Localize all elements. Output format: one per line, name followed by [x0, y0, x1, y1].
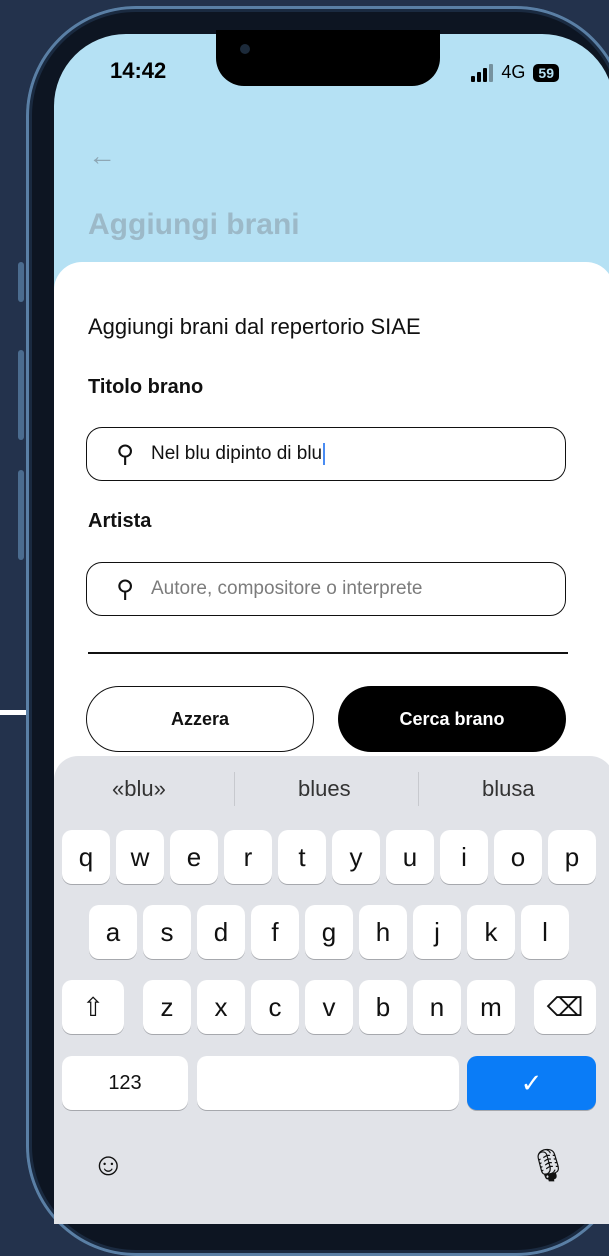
key-i[interactable]: i: [440, 830, 488, 884]
network-label: 4G: [501, 62, 526, 82]
artist-input[interactable]: Autore, compositore o interprete: [151, 578, 422, 600]
key-v[interactable]: v: [305, 980, 353, 1034]
volume-down-button: [18, 470, 24, 560]
key-q[interactable]: q: [62, 830, 110, 884]
key-p[interactable]: p: [548, 830, 596, 884]
key-g[interactable]: g: [305, 905, 353, 959]
key-d[interactable]: d: [197, 905, 245, 959]
space-key[interactable]: [197, 1056, 459, 1110]
suggestion-3[interactable]: blusa: [482, 776, 535, 802]
sheet-heading: Aggiungi brani dal repertorio SIAE: [88, 314, 421, 339]
reset-button[interactable]: Azzera: [86, 686, 314, 752]
key-n[interactable]: n: [413, 980, 461, 1034]
suggestion-2[interactable]: blues: [298, 776, 351, 802]
key-t[interactable]: t: [278, 830, 326, 884]
title-search-field[interactable]: ⚲ Nel blu dipinto di blu: [86, 427, 566, 481]
divider: [88, 652, 568, 654]
backspace-key[interactable]: ⌫: [534, 980, 596, 1034]
key-l[interactable]: l: [521, 905, 569, 959]
suggestion-1[interactable]: «blu»: [112, 776, 166, 802]
artist-label: Artista: [88, 510, 152, 532]
battery-icon: 59: [533, 63, 559, 82]
microphone-icon[interactable]: 🎙: [528, 1146, 569, 1184]
numbers-key[interactable]: 123: [62, 1056, 188, 1110]
key-z[interactable]: z: [143, 980, 191, 1034]
shift-key[interactable]: ⇧: [62, 980, 124, 1034]
search-icon: ⚲: [116, 440, 134, 468]
enter-key[interactable]: ✓: [467, 1056, 596, 1110]
emoji-icon[interactable]: ☺: [92, 1146, 125, 1183]
key-j[interactable]: j: [413, 905, 461, 959]
key-h[interactable]: h: [359, 905, 407, 959]
key-m[interactable]: m: [467, 980, 515, 1034]
search-song-button[interactable]: Cerca brano: [338, 686, 566, 752]
key-x[interactable]: x: [197, 980, 245, 1034]
key-k[interactable]: k: [467, 905, 515, 959]
dynamic-island: [216, 30, 440, 86]
key-u[interactable]: u: [386, 830, 434, 884]
artist-search-field[interactable]: ⚲ Autore, compositore o interprete: [86, 562, 566, 616]
key-e[interactable]: e: [170, 830, 218, 884]
title-input[interactable]: Nel blu dipinto di blu: [151, 442, 326, 465]
suggestion-separator: [234, 772, 235, 806]
side-button: [18, 262, 24, 302]
key-a[interactable]: a: [89, 905, 137, 959]
text-cursor: [323, 442, 326, 465]
key-b[interactable]: b: [359, 980, 407, 1034]
key-w[interactable]: w: [116, 830, 164, 884]
arrow-left-icon[interactable]: ←: [88, 140, 116, 172]
title-label: Titolo brano: [88, 376, 204, 398]
search-icon: ⚲: [116, 575, 134, 603]
key-s[interactable]: s: [143, 905, 191, 959]
suggestion-separator: [418, 772, 419, 806]
status-indicators: 4G 59: [471, 62, 559, 83]
status-time: 14:42: [110, 58, 167, 83]
signal-icon: [471, 63, 494, 82]
key-y[interactable]: y: [332, 830, 380, 884]
key-f[interactable]: f: [251, 905, 299, 959]
volume-up-button: [18, 350, 24, 440]
key-o[interactable]: o: [494, 830, 542, 884]
page-title: Aggiungi brani: [88, 208, 300, 241]
key-r[interactable]: r: [224, 830, 272, 884]
key-c[interactable]: c: [251, 980, 299, 1034]
